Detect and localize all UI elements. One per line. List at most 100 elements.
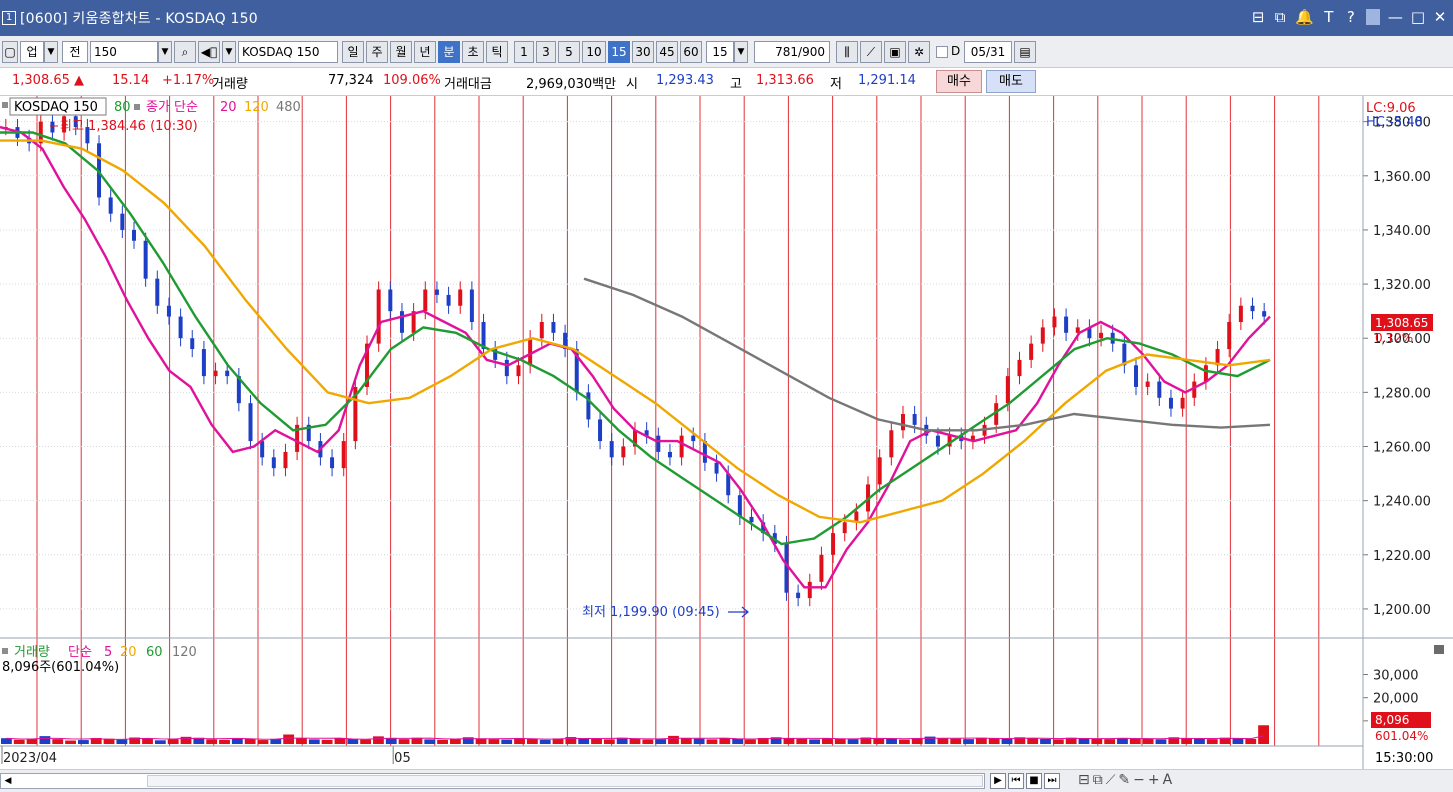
layout-icon[interactable]: ⊟ bbox=[1251, 8, 1265, 26]
font-icon[interactable]: T bbox=[1322, 8, 1336, 26]
code-input[interactable]: 150 bbox=[90, 41, 158, 63]
minute-10[interactable]: 10 bbox=[582, 41, 606, 63]
volume-bar bbox=[1, 738, 12, 744]
interval-dropdown-icon[interactable]: ▼ bbox=[734, 41, 748, 63]
period-day[interactable]: 일 bbox=[342, 41, 364, 63]
candle-body bbox=[1238, 305, 1243, 322]
price-chart[interactable]: 1,380.001,360.001,340.001,320.001,300.00… bbox=[0, 96, 1453, 769]
stop-button[interactable]: ■ bbox=[1026, 773, 1042, 789]
period-week[interactable]: 주 bbox=[366, 41, 388, 63]
last-button[interactable]: ⏭ bbox=[1044, 773, 1060, 789]
hc-label: HC:-5.48 bbox=[1366, 115, 1423, 130]
indicator-icon[interactable]: ⟋ bbox=[860, 41, 882, 63]
panel-toggle-icon[interactable]: ▢ bbox=[2, 41, 18, 63]
market-select[interactable]: 업 bbox=[20, 41, 44, 63]
sell-button[interactable]: 매도 bbox=[986, 70, 1036, 93]
candle-body bbox=[831, 533, 836, 555]
candle-body bbox=[691, 435, 696, 442]
period-minute[interactable]: 분 bbox=[438, 41, 460, 63]
candle-body bbox=[900, 414, 905, 431]
zoom-out-icon[interactable]: − bbox=[1133, 772, 1148, 788]
volume-bar bbox=[809, 739, 821, 744]
candle-settings-icon[interactable]: ⫼ bbox=[836, 41, 858, 63]
search-icon[interactable]: ⌕ bbox=[174, 41, 196, 63]
tool-icons[interactable]: ⊟⧉⟋✎−+A bbox=[1078, 772, 1175, 788]
minute-5[interactable]: 5 bbox=[558, 41, 580, 63]
save-icon[interactable]: ▣ bbox=[884, 41, 906, 63]
gear-icon[interactable]: ✲ bbox=[908, 41, 930, 63]
volume-bar bbox=[539, 739, 551, 744]
zoom-in-icon[interactable]: + bbox=[1148, 772, 1163, 788]
volume-bar bbox=[1181, 738, 1193, 744]
name-field[interactable]: KOSDAQ 150 bbox=[238, 41, 338, 63]
help-icon[interactable]: ? bbox=[1344, 8, 1358, 26]
volume-legend-n20: 20 bbox=[120, 645, 137, 660]
period-tick[interactable]: 틱 bbox=[486, 41, 508, 63]
play-button[interactable]: ▶ bbox=[990, 773, 1006, 789]
candle-body bbox=[131, 229, 136, 241]
x-tick-label: 2023/04 bbox=[3, 751, 57, 766]
text-icon[interactable]: A bbox=[1163, 772, 1176, 788]
minute-30[interactable]: 30 bbox=[632, 41, 654, 63]
volume-bar bbox=[1078, 738, 1090, 744]
window-controls: ⊟ ⧉ 🔔 T ? — □ ✕ bbox=[1251, 8, 1447, 26]
minute-60[interactable]: 60 bbox=[680, 41, 702, 63]
volume-bar bbox=[1104, 739, 1116, 744]
scroll-thumb[interactable] bbox=[147, 775, 983, 787]
volume-bar bbox=[732, 738, 744, 744]
minute-45[interactable]: 45 bbox=[656, 41, 678, 63]
volume-legend-n60: 60 bbox=[146, 645, 163, 660]
volume-bar bbox=[591, 738, 602, 744]
alert-icon[interactable]: 🔔 bbox=[1295, 8, 1314, 26]
volume-bar bbox=[1155, 739, 1167, 744]
legend-ma480: 480 bbox=[276, 100, 301, 115]
minimize-button[interactable]: — bbox=[1388, 8, 1403, 26]
period-year[interactable]: 년 bbox=[414, 41, 436, 63]
candle-body bbox=[271, 457, 276, 469]
scroll-left-icon[interactable]: ◀ bbox=[1, 774, 15, 788]
prev-button[interactable]: 전 bbox=[62, 41, 88, 63]
volume-bar bbox=[142, 738, 153, 744]
volume-pct: 109.06% bbox=[383, 73, 441, 88]
date-input[interactable]: 05/31 bbox=[964, 41, 1012, 63]
minute-3[interactable]: 3 bbox=[536, 41, 556, 63]
candle-body bbox=[341, 441, 346, 469]
interval-input[interactable]: 15 bbox=[706, 41, 734, 63]
candle-body bbox=[749, 516, 754, 523]
candle-body bbox=[155, 278, 160, 306]
volume-bar bbox=[1027, 738, 1039, 744]
code-dropdown-icon[interactable]: ▼ bbox=[158, 41, 172, 63]
candle-body bbox=[714, 462, 719, 474]
count-field[interactable]: 781/900 bbox=[754, 41, 830, 63]
speaker-dropdown-icon[interactable]: ▼ bbox=[222, 41, 236, 63]
zoom-fit-icon[interactable]: ⊟ bbox=[1078, 772, 1093, 788]
volume-readout: 8,096주(601.04%) bbox=[2, 660, 119, 675]
close-button[interactable]: ✕ bbox=[1433, 8, 1447, 26]
period-month[interactable]: 월 bbox=[390, 41, 412, 63]
candle-body bbox=[399, 311, 404, 333]
buy-button[interactable]: 매수 bbox=[936, 70, 982, 93]
speaker-icon[interactable]: ◀⃓ bbox=[198, 41, 220, 63]
draw-icon[interactable]: ✎ bbox=[1118, 772, 1133, 788]
calendar-icon[interactable]: ▤ bbox=[1014, 41, 1036, 63]
maximize-button[interactable]: □ bbox=[1411, 8, 1425, 26]
copy-window-icon[interactable]: ⧉ bbox=[1273, 8, 1287, 26]
market-dropdown-icon[interactable]: ▼ bbox=[44, 41, 58, 63]
volume-bar bbox=[360, 739, 372, 744]
period-second[interactable]: 초 bbox=[462, 41, 484, 63]
horizontal-scrollbar[interactable]: ◀ bbox=[0, 773, 985, 789]
candle-body bbox=[388, 289, 393, 312]
volume-panel-close-icon[interactable] bbox=[1434, 645, 1444, 654]
date-checkbox[interactable] bbox=[936, 46, 948, 58]
open-label: 시 bbox=[626, 77, 638, 92]
minute-15[interactable]: 15 bbox=[608, 41, 630, 63]
candle-body bbox=[143, 240, 148, 279]
volume-legend-box-icon bbox=[2, 648, 8, 654]
first-button[interactable]: ⏮ bbox=[1008, 773, 1024, 789]
trend-icon[interactable]: ⟋ bbox=[1106, 772, 1119, 788]
volume-bar bbox=[373, 736, 384, 744]
candle-body bbox=[330, 457, 335, 469]
minute-1[interactable]: 1 bbox=[514, 41, 534, 63]
volume-bar bbox=[334, 738, 346, 744]
layout-icon[interactable]: ⧉ bbox=[1093, 772, 1106, 788]
